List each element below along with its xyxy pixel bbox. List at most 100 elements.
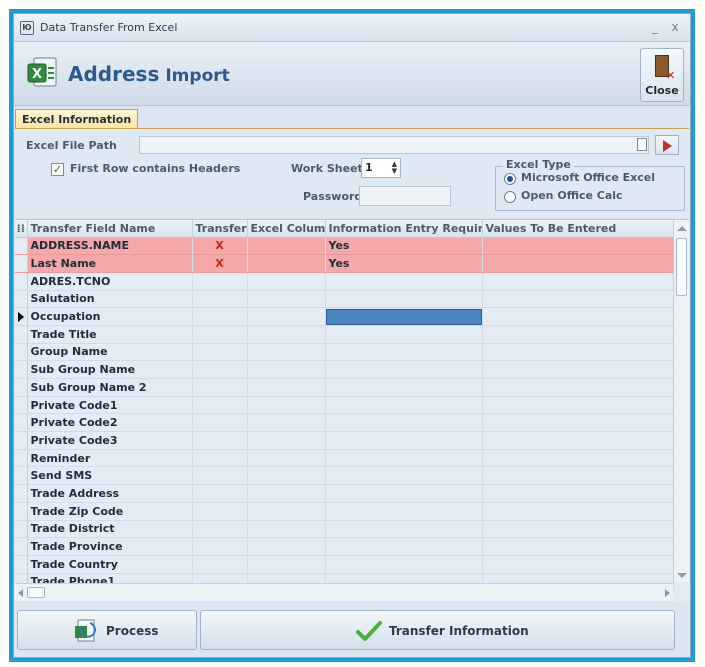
- cell-values[interactable]: [482, 449, 674, 468]
- cell-transfer[interactable]: [192, 272, 248, 291]
- cell-field-name[interactable]: Sub Group Name: [27, 360, 193, 379]
- cell-transfer[interactable]: [192, 396, 248, 415]
- cell-field-name[interactable]: Private Code3: [27, 431, 193, 450]
- cell-required[interactable]: [325, 290, 483, 309]
- first-row-headers-checkbox[interactable]: ✓: [51, 163, 64, 176]
- cell-field-name[interactable]: Send SMS: [27, 466, 193, 486]
- table-row[interactable]: Last Name X Yes: [15, 254, 674, 273]
- table-row[interactable]: Trade Country: [15, 555, 674, 574]
- table-row[interactable]: ADDRESS.NAME X Yes: [15, 237, 674, 256]
- cell-field-name[interactable]: Salutation: [27, 290, 193, 309]
- cell-values[interactable]: [482, 325, 674, 344]
- row-selector[interactable]: [15, 272, 28, 291]
- table-row[interactable]: Private Code1: [15, 396, 674, 415]
- cell-field-name[interactable]: Sub Group Name 2: [27, 378, 193, 397]
- table-row[interactable]: Private Code3: [15, 431, 674, 450]
- row-selector[interactable]: [15, 307, 28, 326]
- cell-transfer[interactable]: [192, 466, 248, 486]
- spin-arrows-icon[interactable]: ▲ ▼: [392, 161, 397, 175]
- horizontal-scroll-thumb[interactable]: [27, 587, 45, 598]
- window-close-button[interactable]: x: [666, 18, 684, 36]
- cell-required[interactable]: [325, 520, 483, 539]
- cell-excel-column[interactable]: [247, 325, 326, 344]
- table-row[interactable]: Send SMS: [15, 466, 674, 486]
- cell-transfer[interactable]: [192, 537, 248, 556]
- cell-field-name[interactable]: Trade Country: [27, 555, 193, 574]
- cell-values[interactable]: [482, 537, 674, 556]
- cell-field-name[interactable]: Private Code2: [27, 413, 193, 433]
- cell-field-name[interactable]: Trade Zip Code: [27, 502, 193, 521]
- cell-excel-column[interactable]: [247, 484, 326, 503]
- cell-values[interactable]: [482, 360, 674, 379]
- cell-values[interactable]: [482, 290, 674, 309]
- cell-field-name[interactable]: Trade District: [27, 520, 193, 539]
- cell-values[interactable]: [482, 272, 674, 291]
- cell-excel-column[interactable]: [247, 396, 326, 415]
- column-header-required[interactable]: Information Entry Required: [325, 220, 483, 238]
- cell-excel-column[interactable]: [247, 520, 326, 539]
- cell-required[interactable]: [325, 396, 483, 415]
- cell-excel-column[interactable]: [247, 502, 326, 521]
- cell-required[interactable]: [325, 413, 483, 433]
- cell-required[interactable]: Yes: [325, 237, 483, 256]
- cell-transfer[interactable]: [192, 290, 248, 309]
- cell-values[interactable]: [482, 237, 674, 256]
- title-bar[interactable]: Ю Data Transfer From Excel _ x: [14, 14, 690, 42]
- row-selector[interactable]: [15, 237, 28, 256]
- scroll-up-icon[interactable]: [677, 226, 687, 231]
- cell-excel-column[interactable]: [247, 413, 326, 433]
- cell-editor-dropdown[interactable]: [325, 308, 481, 325]
- cell-transfer[interactable]: [192, 307, 248, 326]
- cell-transfer[interactable]: X: [192, 254, 248, 273]
- cell-transfer[interactable]: [192, 520, 248, 539]
- cell-field-name[interactable]: ADDRESS.NAME: [27, 237, 193, 256]
- row-selector[interactable]: [15, 343, 28, 362]
- radio-microsoft-excel[interactable]: [504, 173, 516, 185]
- cell-transfer[interactable]: [192, 378, 248, 397]
- cell-values[interactable]: [482, 378, 674, 397]
- scroll-left-icon[interactable]: [18, 589, 23, 597]
- excel-file-path-input[interactable]: [139, 136, 649, 154]
- row-selector[interactable]: [15, 431, 28, 450]
- cell-excel-column[interactable]: [247, 307, 326, 326]
- cell-required[interactable]: [325, 431, 483, 450]
- table-row[interactable]: Group Name: [15, 343, 674, 362]
- cell-excel-column[interactable]: [247, 343, 326, 362]
- cell-values[interactable]: [482, 431, 674, 450]
- grid-corner[interactable]: ⁞⁞: [15, 220, 28, 238]
- cell-transfer[interactable]: [192, 343, 248, 362]
- cell-transfer[interactable]: [192, 502, 248, 521]
- cell-excel-column[interactable]: [247, 431, 326, 450]
- horizontal-scrollbar[interactable]: [15, 583, 673, 601]
- cell-field-name[interactable]: Trade Address: [27, 484, 193, 503]
- worksheet-stepper[interactable]: 1 ▲ ▼: [361, 158, 401, 178]
- cell-values[interactable]: [482, 307, 674, 326]
- row-selector[interactable]: [15, 555, 28, 574]
- cell-excel-column[interactable]: [247, 466, 326, 486]
- column-header-field-name[interactable]: Transfer Field Name: [27, 220, 193, 238]
- table-row[interactable]: Trade District: [15, 520, 674, 539]
- table-row[interactable]: Occupation: [15, 307, 674, 326]
- cell-required[interactable]: [325, 360, 483, 379]
- cell-transfer[interactable]: [192, 484, 248, 503]
- cell-excel-column[interactable]: [247, 237, 326, 256]
- column-header-values[interactable]: Values To Be Entered: [482, 220, 674, 238]
- transfer-information-button[interactable]: Transfer Information: [200, 610, 675, 650]
- table-row[interactable]: Salutation: [15, 290, 674, 309]
- process-button[interactable]: Process: [17, 610, 197, 650]
- cell-transfer[interactable]: [192, 555, 248, 574]
- row-selector[interactable]: [15, 502, 28, 521]
- radio-open-office[interactable]: [504, 191, 516, 203]
- cell-required[interactable]: [325, 378, 483, 397]
- row-selector[interactable]: [15, 449, 28, 468]
- table-row[interactable]: Sub Group Name: [15, 360, 674, 379]
- cell-excel-column[interactable]: [247, 555, 326, 574]
- cell-values[interactable]: [482, 520, 674, 539]
- cell-required[interactable]: [325, 555, 483, 574]
- cell-excel-column[interactable]: [247, 272, 326, 291]
- minimize-button[interactable]: _: [646, 18, 664, 36]
- row-selector[interactable]: [15, 537, 28, 556]
- close-button[interactable]: ✕ Close: [640, 48, 684, 102]
- cell-required[interactable]: Yes: [325, 254, 483, 273]
- cell-values[interactable]: [482, 343, 674, 362]
